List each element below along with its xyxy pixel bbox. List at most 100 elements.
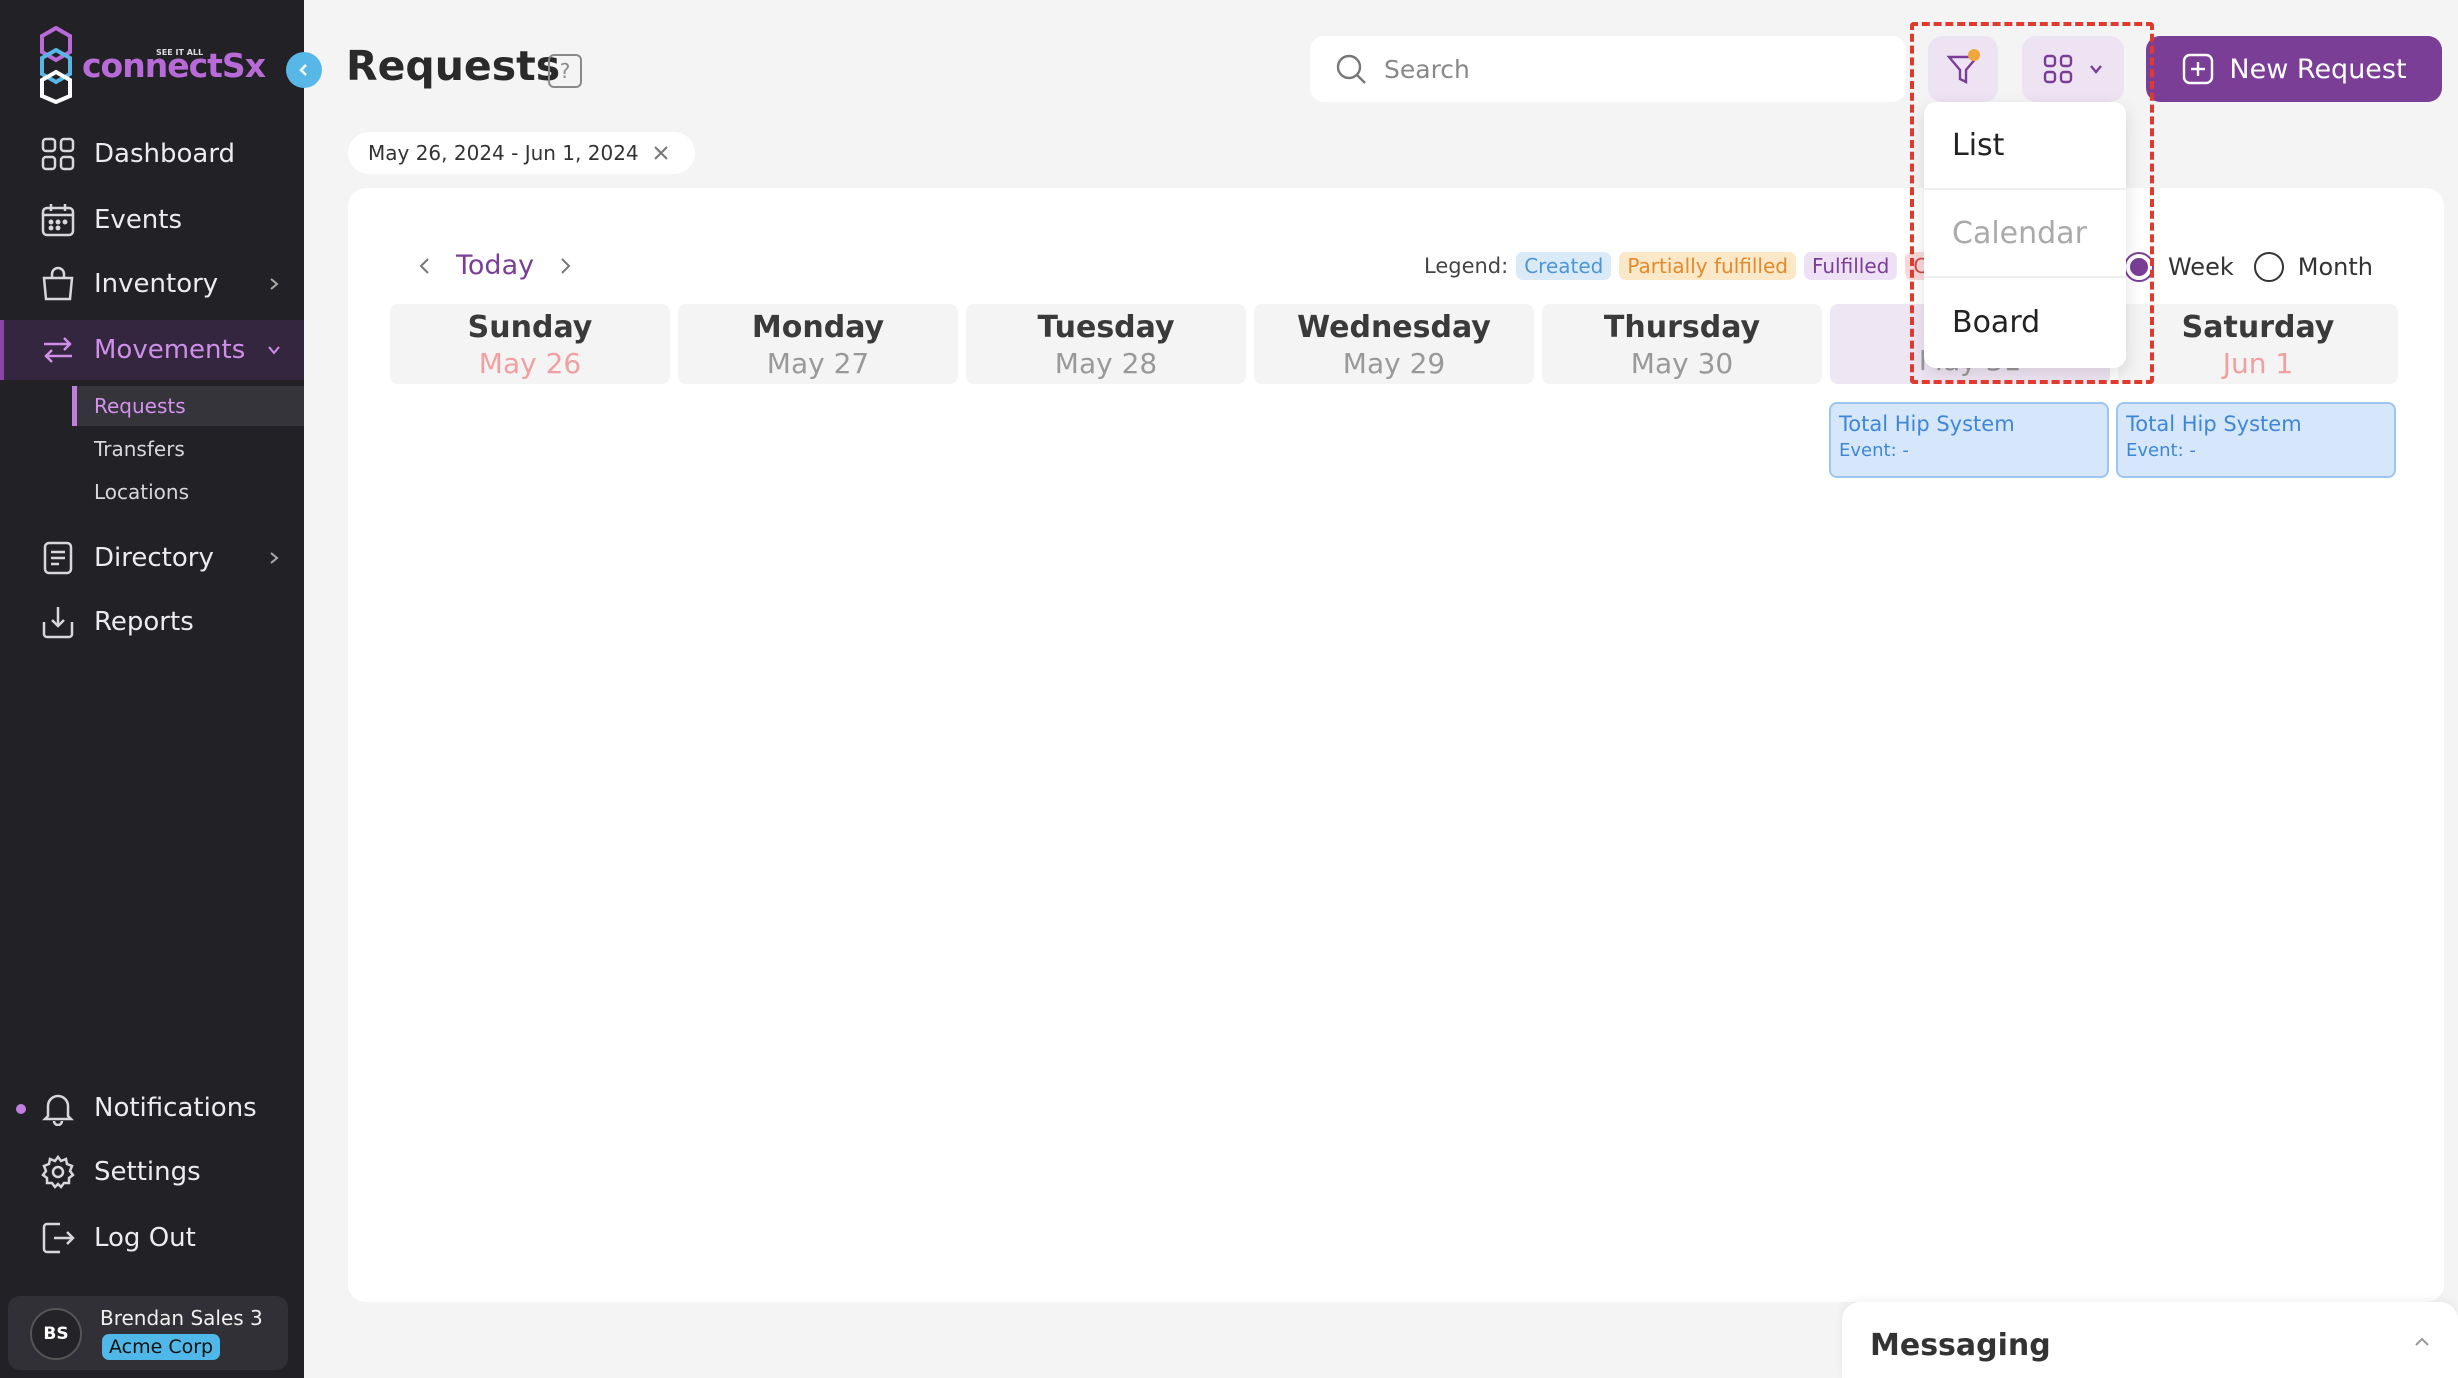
sidebar-item-logout[interactable]: Log Out — [0, 1208, 304, 1268]
avatar: BS — [30, 1308, 82, 1360]
sidebar-item-events[interactable]: Events — [0, 190, 304, 250]
new-request-label: New Request — [2229, 53, 2407, 85]
sidebar-item-reports[interactable]: Reports — [0, 592, 304, 652]
new-request-button[interactable]: New Request — [2146, 36, 2442, 102]
day-header-saturday: Saturday Jun 1 — [2118, 304, 2398, 384]
sidebar-item-label: Directory — [94, 543, 214, 573]
grid-view-icon — [2043, 54, 2073, 84]
chevron-right-icon — [262, 272, 286, 296]
logo-icon — [40, 26, 72, 104]
sidebar-item-label: Movements — [94, 335, 246, 365]
sidebar-item-label: Reports — [94, 607, 194, 637]
sidebar-item-label: Inventory — [94, 269, 219, 299]
legend-created: Created — [1516, 252, 1612, 280]
chevron-right-icon — [262, 546, 286, 570]
calendar-nav: Today — [416, 250, 574, 281]
chevron-left-icon — [299, 64, 307, 76]
search-input[interactable] — [1384, 54, 1884, 84]
view-switcher-button[interactable] — [2022, 36, 2124, 102]
sidebar-item-inventory[interactable]: Inventory — [0, 254, 304, 314]
collapse-sidebar-button[interactable] — [286, 52, 322, 88]
day-date: May 28 — [1054, 347, 1158, 380]
event-subtitle: Event: - — [1839, 440, 1909, 461]
day-name: Wednesday — [1297, 310, 1491, 345]
arrows-swap-icon — [38, 330, 78, 370]
month-label: Month — [2297, 253, 2373, 281]
logo[interactable]: connectSx — [38, 26, 266, 104]
month-radio[interactable] — [2253, 252, 2284, 282]
help-icon[interactable]: ? — [548, 54, 582, 88]
org-badge: Acme Corp — [102, 1334, 221, 1360]
filter-button[interactable] — [1928, 36, 1998, 102]
calendar-icon — [38, 200, 78, 240]
day-name: Thursday — [1603, 310, 1761, 345]
document-icon — [38, 538, 78, 578]
day-date: May 27 — [766, 347, 870, 380]
logout-icon — [38, 1218, 78, 1258]
view-option-board[interactable]: Board — [1924, 278, 2126, 366]
filter-active-dot — [1968, 49, 1980, 61]
day-date: Jun 1 — [2222, 347, 2294, 380]
sidebar-item-label: Settings — [94, 1157, 201, 1187]
legend-fulfilled: Fulfilled — [1803, 252, 1898, 280]
grid-icon — [38, 134, 78, 174]
chevron-down-icon — [262, 338, 286, 362]
today-button[interactable]: Today — [456, 250, 534, 281]
sidebar-item-settings[interactable]: Settings — [0, 1142, 304, 1202]
sidebar-item-label: Notifications — [94, 1093, 257, 1123]
sidebar-item-label: Log Out — [94, 1223, 196, 1253]
messaging-panel[interactable]: Messaging — [1842, 1302, 2458, 1378]
page-title: Requests — [346, 42, 561, 90]
sidebar-item-notifications[interactable]: Notifications — [0, 1078, 304, 1138]
chevron-up-icon[interactable] — [2412, 1332, 2432, 1352]
legend: Legend: Created Partially fulfilled Fulf… — [1424, 252, 1948, 280]
day-header-sunday: Sunday May 26 — [390, 304, 670, 384]
view-option-list[interactable]: List — [1924, 102, 2126, 190]
day-name: Monday — [751, 310, 885, 345]
gear-icon — [38, 1152, 78, 1192]
event-subtitle: Event: - — [2126, 440, 2196, 461]
sidebar-item-label: Dashboard — [94, 139, 236, 169]
day-date: May 30 — [1630, 347, 1734, 380]
view-option-calendar: Calendar — [1924, 190, 2126, 278]
event-card[interactable]: Total Hip System Event: - — [1829, 402, 2109, 478]
bag-icon — [38, 264, 78, 304]
sidebar-subitem-locations[interactable]: Locations — [72, 472, 304, 512]
sidebar-item-label: Events — [94, 205, 183, 235]
messaging-title: Messaging — [1870, 1328, 2051, 1363]
week-radio[interactable] — [2123, 252, 2154, 282]
logo-tagline: SEE IT ALL — [156, 48, 204, 57]
sidebar-subitem-requests[interactable]: Requests — [72, 386, 304, 426]
day-name: Tuesday — [1037, 310, 1175, 345]
event-title: Total Hip System — [1839, 412, 2015, 436]
day-header-wednesday: Wednesday May 29 — [1254, 304, 1534, 384]
date-range-chip: May 26, 2024 - Jun 1, 2024 — [348, 132, 695, 174]
day-date: May 26 — [478, 347, 582, 380]
day-header-tuesday: Tuesday May 28 — [966, 304, 1246, 384]
day-name: Saturday — [2181, 310, 2335, 345]
sidebar: connectSx SEE IT ALL Dashboard Events In… — [0, 0, 304, 1378]
sidebar-item-dashboard[interactable]: Dashboard — [0, 124, 304, 184]
plus-square-icon — [2183, 53, 2214, 85]
chevron-left-icon[interactable] — [416, 257, 434, 275]
week-label: Week — [2167, 253, 2234, 281]
sidebar-subitem-transfers[interactable]: Transfers — [72, 429, 304, 469]
chevron-down-icon — [2090, 65, 2102, 74]
view-by-toggle: y: Week Month — [2102, 252, 2373, 282]
day-name: Sunday — [467, 310, 593, 345]
bell-icon — [38, 1088, 78, 1128]
day-header-monday: Monday May 27 — [678, 304, 958, 384]
legend-partially-fulfilled: Partially fulfilled — [1619, 252, 1796, 280]
chevron-right-icon[interactable] — [556, 257, 574, 275]
sidebar-item-directory[interactable]: Directory — [0, 528, 304, 588]
user-card[interactable]: BS Brendan Sales 3 Acme Corp — [8, 1296, 288, 1370]
download-icon — [38, 602, 78, 642]
event-card[interactable]: Total Hip System Event: - — [2116, 402, 2396, 478]
date-range-label: May 26, 2024 - Jun 1, 2024 — [368, 141, 639, 165]
close-icon[interactable] — [653, 145, 669, 161]
legend-label: Legend: — [1424, 254, 1509, 278]
sidebar-item-movements[interactable]: Movements — [0, 320, 304, 380]
view-dropdown-menu: List Calendar Board — [1924, 102, 2126, 368]
day-header-thursday: Thursday May 30 — [1542, 304, 1822, 384]
day-date: May 29 — [1342, 347, 1446, 380]
